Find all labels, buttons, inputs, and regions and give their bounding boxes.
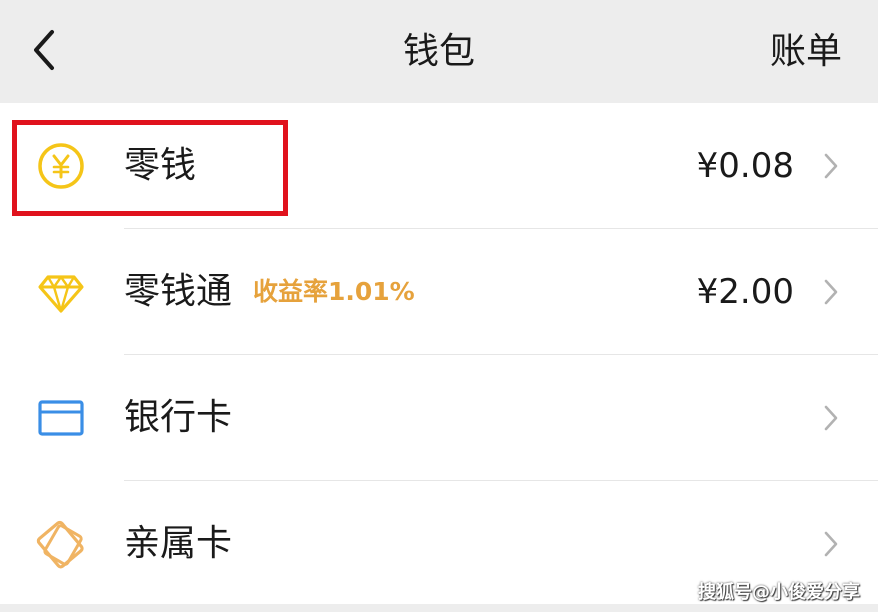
yield-rate-tag: 收益率1.01% [253,277,415,306]
wallet-item-label: 亲属卡 [124,523,233,564]
wallet-list: 零钱 ¥0.08 零钱通 收益率1.01% ¥2.00 银行卡 亲属卡 [0,103,878,607]
navigation-bar: 钱包 账单 [0,0,878,103]
family-card-icon [36,519,86,569]
chevron-right-icon [822,151,840,181]
wallet-item-change-plus[interactable]: 零钱通 收益率1.01% ¥2.00 [0,229,878,355]
back-button[interactable] [22,22,68,78]
bank-card-icon [36,393,86,443]
wallet-item-family-card[interactable]: 亲属卡 [0,481,878,607]
bills-button[interactable]: 账单 [770,0,842,103]
diamond-icon [36,267,86,317]
chevron-left-icon [34,30,54,70]
chevron-right-icon [822,529,840,559]
wallet-item-change[interactable]: 零钱 ¥0.08 [0,103,878,229]
wallet-item-amount: ¥2.00 [696,272,794,312]
wallet-item-label: 银行卡 [124,397,233,438]
page-title: 钱包 [402,31,475,72]
bottom-strip [0,604,878,612]
chevron-right-icon [822,403,840,433]
wallet-item-label: 零钱通 [124,271,233,312]
wallet-item-amount: ¥0.08 [696,146,794,186]
yuan-coin-icon [36,141,86,191]
wallet-item-bank-card[interactable]: 银行卡 [0,355,878,481]
wallet-item-label: 零钱 [124,145,197,186]
chevron-right-icon [822,277,840,307]
